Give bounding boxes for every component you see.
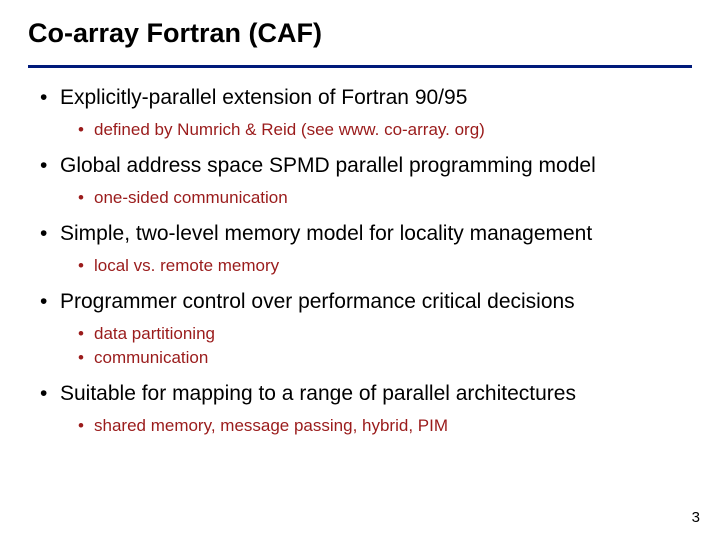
sub-bullet-item: communication (78, 348, 692, 368)
bullet-text: Global address space SPMD parallel progr… (60, 154, 596, 177)
bullet-item: Simple, two-level memory model for local… (40, 222, 692, 276)
bullet-text: Explicitly-parallel extension of Fortran… (60, 86, 467, 109)
bullet-item: Suitable for mapping to a range of paral… (40, 382, 692, 436)
sub-bullet-item: defined by Numrich & Reid (see www. co-a… (78, 120, 692, 140)
sub-bullet-list: data partitioning communication (60, 324, 692, 368)
sub-bullet-list: local vs. remote memory (60, 256, 692, 276)
bullet-text: Simple, two-level memory model for local… (60, 222, 592, 245)
sub-bullet-item: data partitioning (78, 324, 692, 344)
slide-title: Co-array Fortran (CAF) (28, 18, 692, 59)
sub-bullet-list: one-sided communication (60, 188, 692, 208)
bullet-text: Programmer control over performance crit… (60, 290, 575, 313)
sub-bullet-item: local vs. remote memory (78, 256, 692, 276)
sub-bullet-list: defined by Numrich & Reid (see www. co-a… (60, 120, 692, 140)
bullet-text: Suitable for mapping to a range of paral… (60, 382, 576, 405)
slide: Co-array Fortran (CAF) Explicitly-parall… (0, 0, 720, 540)
sub-bullet-item: one-sided communication (78, 188, 692, 208)
bullet-item: Global address space SPMD parallel progr… (40, 154, 692, 208)
bullet-item: Explicitly-parallel extension of Fortran… (40, 86, 692, 140)
sub-bullet-list: shared memory, message passing, hybrid, … (60, 416, 692, 436)
slide-content: Explicitly-parallel extension of Fortran… (28, 86, 692, 436)
sub-bullet-item: shared memory, message passing, hybrid, … (78, 416, 692, 436)
bullet-item: Programmer control over performance crit… (40, 290, 692, 368)
title-rule (28, 65, 692, 68)
bullet-list: Explicitly-parallel extension of Fortran… (32, 86, 692, 436)
page-number: 3 (692, 509, 700, 526)
